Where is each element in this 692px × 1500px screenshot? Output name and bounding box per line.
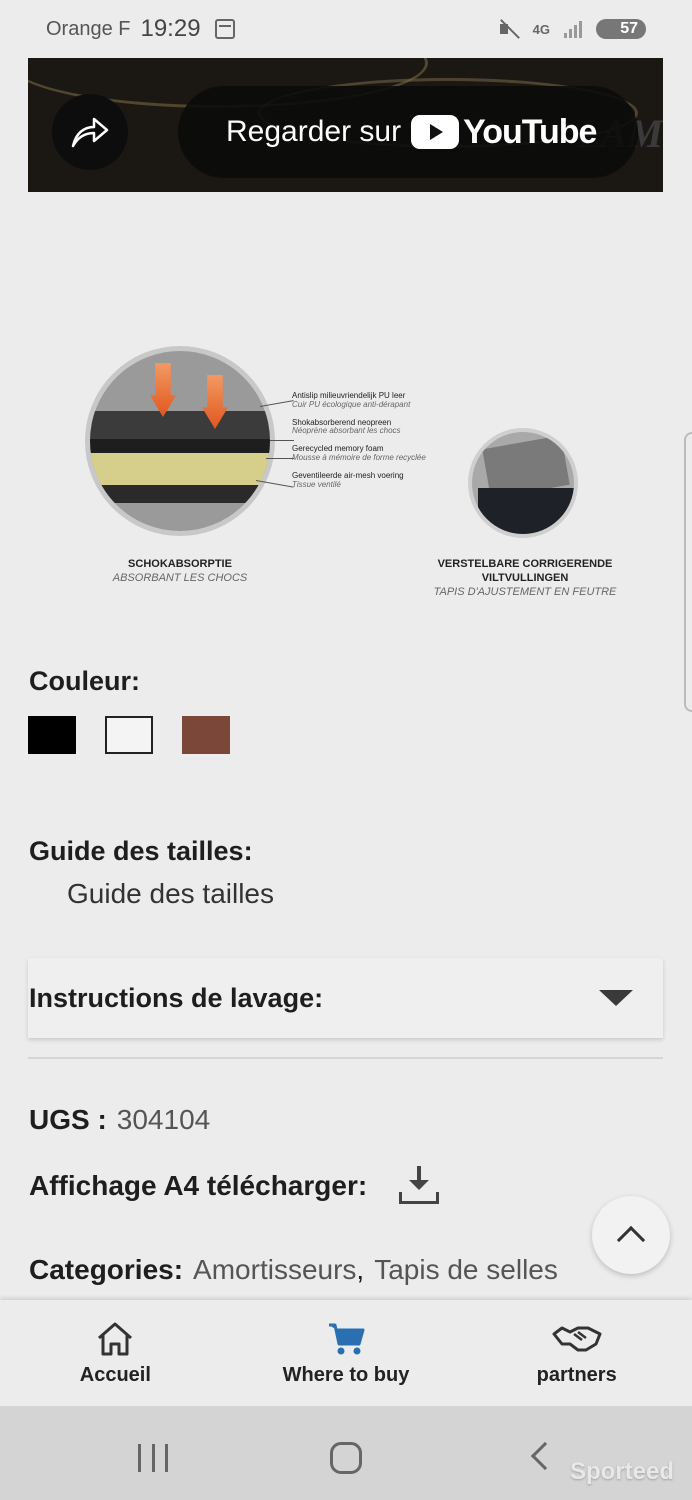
caption-felt-pads: VERSTELBARE CORRIGERENDE VILTVULLINGEN T… (420, 558, 630, 599)
nav-item-where-to-buy[interactable]: Where to buy (231, 1300, 462, 1406)
divider (28, 1057, 663, 1059)
nav-label-home: Accueil (79, 1363, 151, 1386)
color-label-text: Couleur (29, 666, 132, 696)
washing-label: Instructions de lavage: (29, 983, 323, 1014)
download-icon[interactable] (399, 1166, 440, 1206)
nav-item-partners[interactable]: partners (461, 1300, 692, 1406)
status-bar: Orange F 19:29 4G 57 (0, 0, 692, 58)
category-link[interactable]: Tapis de selles (374, 1254, 558, 1286)
youtube-wordmark: YouTube (463, 112, 597, 151)
home-icon (98, 1322, 133, 1355)
callout-item: Gerecycled memory foam Mousse à mémoire … (292, 444, 472, 463)
color-label: Couleur: (29, 666, 140, 697)
swatch-black[interactable] (28, 716, 76, 754)
callout-item: Geventileerde air-mesh voering Tissue ve… (292, 471, 472, 490)
sku-label: UGS : (29, 1104, 107, 1135)
share-icon (71, 117, 109, 148)
sku-row: UGS : 304104 (29, 1104, 210, 1136)
network-icon: 4G (532, 21, 550, 37)
washing-label-suffix: : (314, 982, 324, 1013)
caption-main: SCHOKABSORPTIE (128, 558, 232, 570)
a4-download-row: Affichage A4 télécharger: (29, 1166, 440, 1206)
clock: 19:29 (140, 15, 201, 42)
category-separator: , (356, 1254, 365, 1285)
size-guide-link[interactable]: Guide des tailles (67, 878, 274, 910)
washing-label-text: Instructions de lavage (29, 982, 315, 1013)
signal-icon (564, 20, 582, 38)
system-back-button[interactable] (530, 1441, 560, 1471)
nav-item-home[interactable]: Accueil (0, 1300, 231, 1406)
size-guide-label: Guide des tailles: (29, 836, 253, 867)
size-guide-label-text: Guide des tailles (29, 836, 244, 866)
callout-fr: Mousse à mémoire de forme recyclée (292, 452, 426, 462)
callout-fr: Tissue ventilé (292, 479, 341, 489)
caption-main-line1: VERSTELBARE CORRIGERENDE (437, 558, 613, 570)
share-button[interactable] (52, 94, 128, 170)
washing-instructions-accordion[interactable]: Instructions de lavage: (28, 958, 663, 1038)
size-guide-label-suffix: : (243, 836, 253, 866)
felt-pad-image (468, 428, 578, 538)
page-scrollbar[interactable] (684, 432, 692, 712)
sporteed-watermark: Sporteed (569, 1458, 674, 1485)
calendar-icon (214, 19, 235, 39)
battery-icon: 57 (596, 19, 646, 39)
youtube-logo-icon (411, 115, 460, 149)
categories-label: Categories: (29, 1254, 184, 1285)
shock-absorption-image (85, 346, 275, 536)
caret-down-icon (599, 990, 633, 1006)
swatch-white[interactable] (105, 716, 153, 754)
mute-icon (497, 18, 519, 40)
youtube-logo: YouTube (411, 112, 597, 152)
watch-on-label: Regarder sur (226, 115, 402, 148)
caption-sub: ABSORBANT LES CHOCS (112, 571, 248, 584)
color-label-suffix: : (131, 666, 141, 696)
cart-icon (329, 1323, 365, 1354)
material-callouts: Antislip milieuvriendelijk PU leer Cuir … (292, 391, 472, 498)
carrier-name: Orange F (46, 17, 131, 40)
system-nav-bar: Sporteed (0, 1406, 692, 1500)
caption-main-line2: VILTVULLINGEN (481, 571, 569, 584)
sku-value: 304104 (116, 1104, 211, 1135)
nav-label-where-to-buy: Where to buy (282, 1363, 410, 1386)
color-swatches (28, 716, 230, 754)
swatch-brown[interactable] (182, 716, 230, 754)
watch-on-youtube-button[interactable]: Regarder sur YouTube (178, 86, 638, 178)
caption-sub: TAPIS D'AJUSTEMENT EN FEUTRE (433, 585, 617, 598)
category-link[interactable]: Amortisseurs (193, 1254, 356, 1286)
product-layers-illustration: Antislip milieuvriendelijk PU leer Cuir … (80, 340, 640, 610)
down-arrow-icon (150, 363, 176, 417)
system-home-button[interactable] (330, 1442, 362, 1474)
caption-shock-absorption: SCHOKABSORPTIE ABSORBANT LES CHOCS (105, 558, 255, 586)
chevron-up-icon (616, 1225, 646, 1255)
callout-item: Shokabsorberend neopreen Néoprène absorb… (292, 418, 472, 437)
status-left: Orange F 19:29 (46, 15, 235, 43)
callout-fr: Néoprène absorbant les chocs (292, 426, 401, 436)
recents-button[interactable] (138, 1444, 168, 1472)
handshake-icon (552, 1326, 602, 1351)
youtube-video-embed[interactable]: LAM Regarder sur YouTube (28, 58, 663, 192)
back-to-top-button[interactable] (592, 1196, 670, 1274)
status-right: 4G 57 (497, 18, 646, 40)
a4-download-label: Affichage A4 télécharger: (29, 1170, 368, 1201)
callout-item: Antislip milieuvriendelijk PU leer Cuir … (292, 391, 472, 410)
categories-row: Categories: Amortisseurs, Tapis de selle… (29, 1254, 558, 1286)
callout-fr: Cuir PU écologique anti-dérapant (292, 399, 411, 409)
nav-label-partners: partners (536, 1363, 617, 1386)
bottom-nav: Accueil Where to buy partners (0, 1300, 692, 1406)
